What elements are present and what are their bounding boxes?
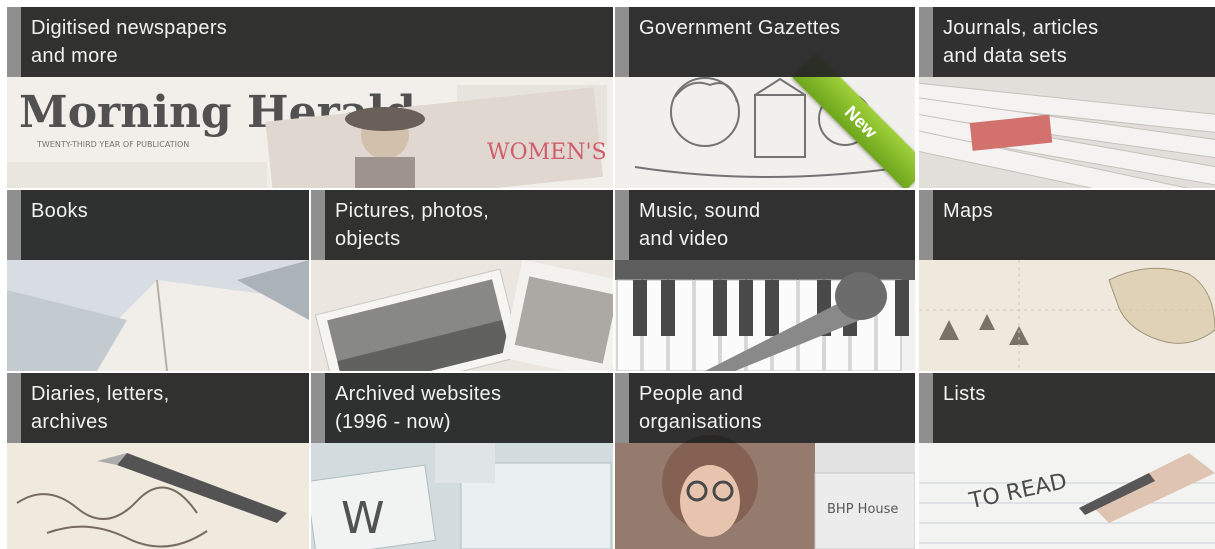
tile-journals[interactable]: Journals, articles and data sets <box>919 7 1215 188</box>
tile-books[interactable]: Books <box>7 190 309 371</box>
tile-label: Government Gazettes <box>639 17 841 39</box>
tile-maps[interactable]: Maps <box>919 190 1215 371</box>
tile-caption: People and organisations <box>615 373 915 443</box>
tile-caption: Journals, articles and data sets <box>919 7 1215 77</box>
womens-weekly-magazine: WOMEN'S WEEKLY <box>265 87 613 188</box>
svg-text:WOMEN'S WEEKLY: WOMEN'S WEEKLY <box>487 140 613 165</box>
tile-digitised-newspapers[interactable]: Morning Herald. TWENTY-THIRD YEAR OF PUB… <box>7 7 613 188</box>
tile-label: Lists <box>943 383 986 405</box>
tile-caption: Music, sound and video <box>615 190 915 260</box>
svg-text:BHP House: BHP House <box>827 502 898 517</box>
tile-label: Digitised newspapers and more <box>31 17 228 67</box>
tile-caption: Archived websites (1996 - now) <box>311 373 613 443</box>
svg-text:TO READ: TO READ <box>966 469 1069 514</box>
category-grid: Morning Herald. TWENTY-THIRD YEAR OF PUB… <box>7 7 1215 549</box>
tile-caption: Government Gazettes <box>615 7 915 77</box>
tile-caption: Pictures, photos, objects <box>311 190 613 260</box>
microphone <box>705 272 887 371</box>
tile-label: Journals, articles and data sets <box>943 17 1099 67</box>
tile-lists[interactable]: TO READ Lists <box>919 373 1215 549</box>
tile-music[interactable]: Music, sound and video <box>615 190 915 371</box>
tile-label: People and organisations <box>639 383 762 433</box>
tile-label: Diaries, letters, archives <box>31 383 170 433</box>
tile-people[interactable]: BHP House People and organisations <box>615 373 915 549</box>
tile-label: Books <box>31 200 89 222</box>
tile-label: Pictures, photos, objects <box>335 200 490 250</box>
tile-caption: Digitised newspapers and more <box>7 7 613 77</box>
tile-government-gazettes[interactable]: New Government Gazettes <box>615 7 915 188</box>
tile-diaries[interactable]: Diaries, letters, archives <box>7 373 309 549</box>
svg-text:TWENTY-THIRD YEAR OF PUBLICATI: TWENTY-THIRD YEAR OF PUBLICATION <box>36 140 189 149</box>
tile-label: Music, sound and video <box>639 200 761 250</box>
svg-text:W: W <box>341 493 385 544</box>
tile-caption: Maps <box>919 190 1215 260</box>
tile-caption: Lists <box>919 373 1215 443</box>
tile-label: Maps <box>943 200 994 222</box>
tile-caption: Books <box>7 190 309 260</box>
tile-archived-websites[interactable]: W Archived websites (1996 - now) <box>311 373 613 549</box>
tile-label: Archived websites (1996 - now) <box>335 383 502 433</box>
masthead-text: Morning Herald. <box>19 87 431 138</box>
tile-caption: Diaries, letters, archives <box>7 373 309 443</box>
tile-pictures[interactable]: Pictures, photos, objects <box>311 190 613 371</box>
